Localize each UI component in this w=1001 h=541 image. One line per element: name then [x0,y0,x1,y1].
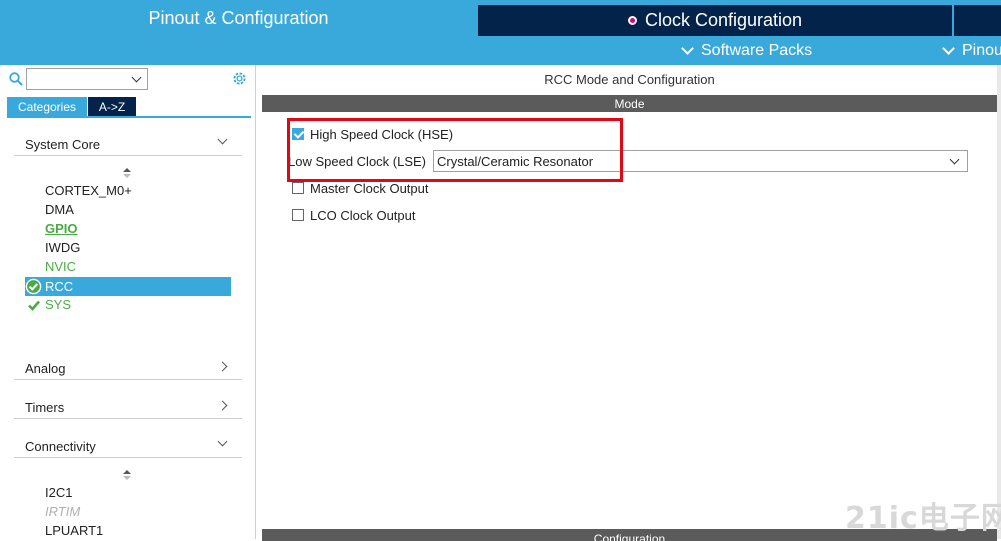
sub-header: Software Packs Pinout [0,36,1001,65]
mco-label: Master Clock Output [310,180,429,196]
tab-underline [7,116,251,118]
watermark-logo: 21ic电子网 [845,501,1001,536]
search-icon[interactable] [9,72,23,86]
peripheral-lpuart1[interactable]: LPUART1 [45,522,103,540]
chevron-down-icon [942,41,955,55]
chevron-right-icon [217,400,228,411]
chevron-down-icon[interactable] [131,72,142,83]
panel-title: RCC Mode and Configuration [544,72,715,87]
tab-categories[interactable]: Categories [7,97,87,116]
mode-section-header: Mode [262,95,997,112]
chevron-right-icon [217,361,228,372]
search-input[interactable] [26,68,148,90]
category-system-core[interactable]: System Core [14,130,242,156]
tab-clock-configuration[interactable]: Clock Configuration [478,5,952,36]
configuration-label: Configuration [593,532,666,541]
category-label: Connectivity [25,439,96,454]
chevron-down-icon [217,134,228,145]
peripheral-cortex-m0[interactable]: CORTEX_M0+ [45,182,132,200]
rcc-mode-configuration-panel: RCC Mode and Configuration Mode High Spe… [262,65,1001,541]
peripheral-i2c1[interactable]: I2C1 [45,484,72,502]
peripheral-sys[interactable]: SYS [45,296,71,314]
tab-dot-icon [627,16,637,25]
chevron-down-icon [681,41,694,55]
category-label: System Core [25,137,101,152]
tab-pinout-configuration[interactable]: Pinout & Configuration [0,0,477,36]
peripheral-iwdg[interactable]: IWDG [45,239,80,257]
tab-az-label: A->Z [98,99,126,114]
pinout-menu[interactable]: Pinout [942,36,1001,65]
tab-clock-label: Clock Configuration [644,10,803,30]
sort-icon[interactable] [122,167,132,179]
check-icon [28,300,40,311]
peripheral-rcc-selected[interactable]: RCC [25,277,231,296]
software-packs-label: Software Packs [701,41,813,59]
peripheral-irtim[interactable]: IRTIM [45,503,80,521]
category-label: Analog [25,361,66,376]
lco-clock-output-option[interactable]: LCO Clock Output [292,206,416,224]
peripheral-gpio[interactable]: GPIO [45,220,78,238]
category-connectivity[interactable]: Connectivity [14,432,242,458]
check-circle-icon [25,278,42,295]
lsco-checkbox[interactable] [292,209,304,221]
chevron-down-icon [949,154,960,165]
scrollbar[interactable] [997,65,1001,539]
peripheral-dma[interactable]: DMA [45,201,74,219]
tab-categories-label: Categories [17,99,77,114]
rcc-label: RCC [45,279,74,294]
top-header: Pinout & Configuration Clock Configurati… [0,0,1001,36]
category-label: Timers [25,400,65,415]
category-timers[interactable]: Timers [14,393,242,419]
software-packs-menu[interactable]: Software Packs [681,36,813,65]
lsco-label: LCO Clock Output [310,207,416,223]
peripheral-nvic[interactable]: NVIC [45,258,76,276]
tab-project-manager[interactable] [954,5,1001,36]
categories-panel: Categories A->Z System Core CORTEX_M0+ D… [0,65,256,539]
mode-label: Mode [614,96,645,111]
category-analog[interactable]: Analog [14,354,242,380]
pinout-menu-label: Pinout [962,41,1001,59]
tab-pinout-label: Pinout & Configuration [148,7,329,28]
sort-icon[interactable] [122,469,132,481]
red-highlight-annotation [287,118,623,182]
mco-checkbox[interactable] [292,182,304,194]
chevron-down-icon [217,436,228,447]
tab-a-z[interactable]: A->Z [88,97,136,116]
gear-icon[interactable] [231,70,248,87]
